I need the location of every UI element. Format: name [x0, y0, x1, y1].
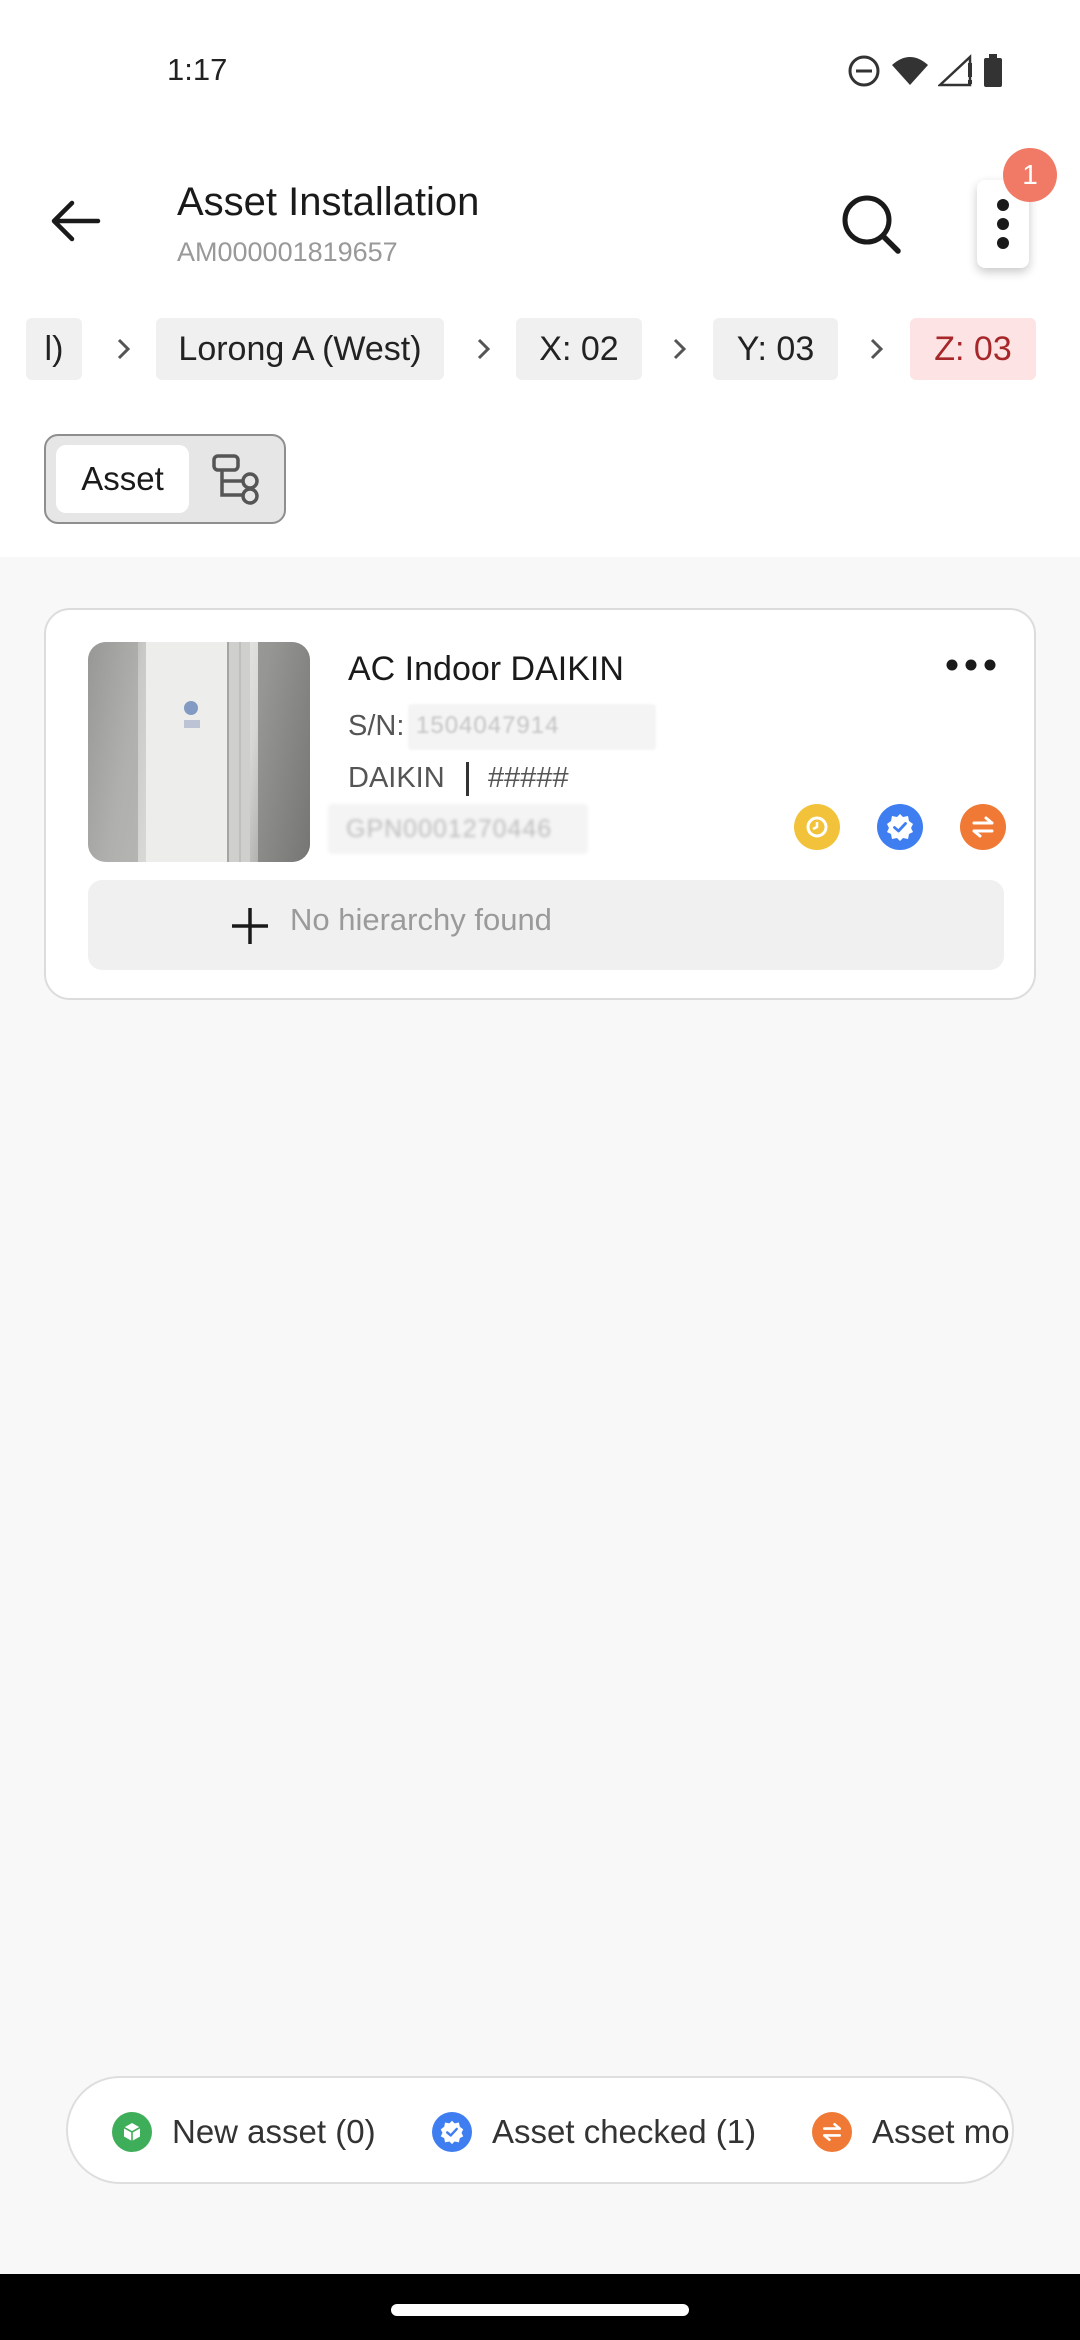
- asset-brand: DAIKIN: [348, 762, 445, 794]
- breadcrumb-item[interactable]: l): [26, 318, 82, 380]
- back-button[interactable]: [40, 185, 112, 257]
- serial-number-label: S/N:: [348, 710, 405, 742]
- status-time: 1:17: [167, 52, 228, 87]
- modified-icon: [812, 2112, 852, 2152]
- chevron-right-icon: [110, 335, 138, 363]
- asset-card[interactable]: AC Indoor DAIKIN S/N: 1504047914 DAIKIN …: [44, 608, 1036, 1000]
- app-bar: Asset Installation AM000001819657: [0, 160, 1080, 290]
- new-asset-icon: [112, 2112, 152, 2152]
- chevron-right-icon: [863, 335, 891, 363]
- modified-icon: [960, 804, 1006, 850]
- notification-badge: 1: [1003, 148, 1057, 202]
- system-navigation-bar: [0, 2274, 1080, 2340]
- checked-icon: [877, 804, 923, 850]
- header-area: 1:17 Asset Installation AM000001819657 1…: [0, 0, 1080, 557]
- hierarchy-tree-icon: [212, 454, 259, 505]
- battery-icon: [982, 53, 1004, 89]
- serial-number-value: 1504047914: [408, 704, 656, 750]
- breadcrumb-item[interactable]: Lorong A (West): [156, 318, 444, 380]
- hierarchy-view-tab[interactable]: [206, 448, 270, 510]
- breadcrumb-item-active[interactable]: Z: 03: [910, 318, 1036, 380]
- no-hierarchy-label: No hierarchy found: [290, 902, 552, 937]
- plus-icon: [228, 904, 272, 948]
- breadcrumb-item[interactable]: X: 02: [516, 318, 642, 380]
- search-icon: [842, 195, 901, 254]
- do-not-disturb-icon: [846, 53, 882, 89]
- legend-label: New asset (0): [172, 2113, 376, 2150]
- search-button[interactable]: [832, 185, 912, 265]
- more-horizontal-icon: [946, 659, 996, 671]
- asset-title: AC Indoor DAIKIN: [348, 650, 624, 688]
- page-title: Asset Installation: [177, 180, 480, 224]
- asset-photo[interactable]: [88, 642, 310, 862]
- legend-item-asset-checked[interactable]: Asset checked (1): [432, 2106, 756, 2158]
- asset-view-tab[interactable]: Asset: [56, 445, 189, 513]
- wifi-icon: [890, 53, 930, 89]
- breadcrumb-item[interactable]: Y: 03: [713, 318, 838, 380]
- divider: [466, 762, 469, 796]
- checked-icon: [432, 2112, 472, 2152]
- signal-icon: [938, 53, 974, 89]
- status-icons: [846, 50, 1004, 92]
- chevron-right-icon: [470, 335, 498, 363]
- asset-model: #####: [488, 762, 569, 794]
- page-subtitle: AM000001819657: [177, 237, 398, 267]
- legend-label: Asset mo: [872, 2113, 1010, 2150]
- pending-icon: [794, 804, 840, 850]
- legend-item-asset-modified[interactable]: Asset mo: [812, 2106, 1010, 2158]
- view-toggle: Asset: [44, 434, 286, 524]
- chevron-right-icon: [666, 335, 694, 363]
- arrow-left-icon: [51, 200, 101, 242]
- home-gesture-handle[interactable]: [391, 2304, 689, 2316]
- more-vertical-icon: [997, 199, 1009, 249]
- legend-item-new-asset[interactable]: New asset (0): [112, 2106, 376, 2158]
- add-hierarchy-button[interactable]: No hierarchy found: [88, 880, 1004, 970]
- legend-label: Asset checked (1): [492, 2113, 757, 2150]
- status-legend[interactable]: New asset (0) Asset checked (1) Asset mo: [66, 2076, 1014, 2184]
- asset-more-button[interactable]: [936, 640, 1006, 690]
- breadcrumb: l) Lorong A (West) X: 02 Y: 03 Z: 03: [0, 318, 1080, 380]
- asset-tag-id: GPN0001270446: [328, 804, 588, 854]
- status-bar: 1:17: [0, 0, 1080, 140]
